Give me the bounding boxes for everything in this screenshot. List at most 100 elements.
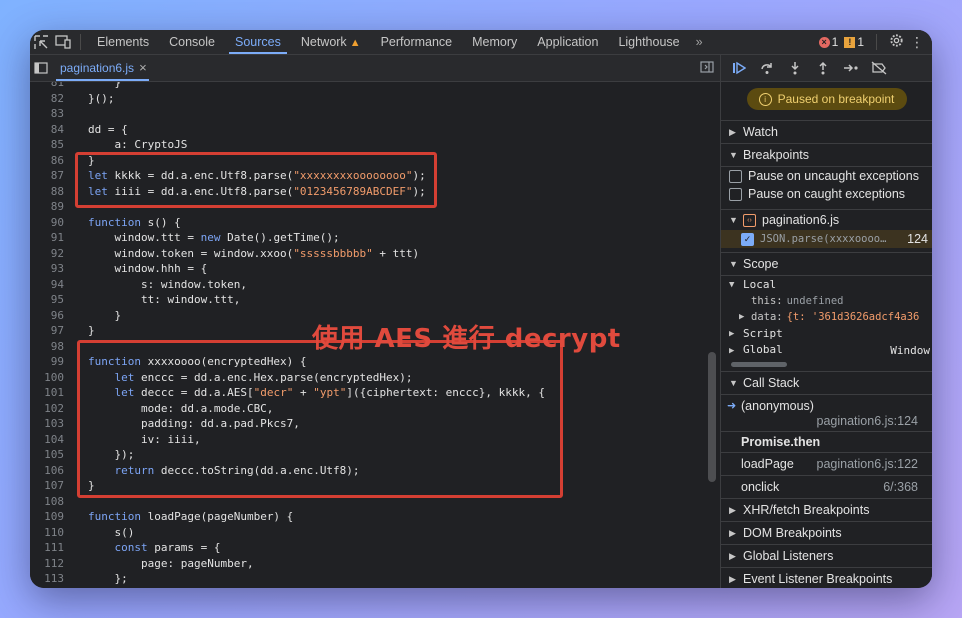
tab-lighthouse[interactable]: Lighthouse [608,30,689,54]
code-line: } [88,308,122,322]
paused-label: Paused on breakpoint [777,92,895,106]
global-listeners-section[interactable]: ▶ Global Listeners [721,544,932,567]
file-tab-label: pagination6.js [60,61,135,75]
scope-script-row[interactable]: ▶ Script [721,325,932,342]
watch-label: Watch [743,125,778,139]
global-listeners-label: Global Listeners [743,549,834,563]
scope-global-value: Window [890,343,930,357]
code-line: window.token = window.xxoo("sssssbbbbb" … [88,246,420,260]
expand-arrow-icon: ▶ [729,505,736,515]
tab-console[interactable]: Console [159,30,225,54]
line-number: 90 [50,215,64,229]
collapse-arrow-icon: ▼ [729,215,738,225]
tab-application[interactable]: Application [527,30,608,54]
collapse-arrow-icon: ▼ [729,279,735,290]
resume-icon[interactable] [727,56,751,80]
gear-icon[interactable] [889,33,904,51]
warning-count: 1 [857,35,864,49]
scope-data-row[interactable]: ▶ data: {t: '361d3626adcf4a36 [721,309,932,325]
error-counter[interactable]: × 1 [818,35,839,49]
close-icon[interactable]: × [139,55,147,81]
code-line: function s() { [88,215,181,229]
tab-memory[interactable]: Memory [462,30,527,54]
tab-network-label: Network [300,35,347,49]
more-tabs-button[interactable]: » [690,35,709,49]
file-js-icon: ‹› [743,213,756,227]
scope-data-key: data: [751,311,783,323]
error-count: 1 [831,35,839,49]
tab-performance[interactable]: Performance [371,30,463,54]
warning-counter[interactable]: ! 1 [844,35,864,49]
line-number: 83 [50,107,64,120]
toggle-debugger-icon[interactable] [700,60,720,76]
editor-scrollbar[interactable] [708,352,716,482]
scope-scrollbar[interactable] [731,362,787,367]
step-out-icon[interactable] [811,56,835,80]
collapse-arrow-icon: ▼ [729,259,738,269]
step-into-icon[interactable] [783,56,807,80]
code-line: s() [88,525,135,539]
code-line: } [88,82,122,89]
scope-global-row[interactable]: ▶ Global Window [721,342,932,359]
scope-local-row[interactable]: ▼ Local [721,275,932,293]
breakpoint-file-row[interactable]: ▼ ‹› pagination6.js [721,209,932,230]
breakpoint-entry[interactable]: ✓ JSON.parse(xxxxoooo… 124 [721,230,932,248]
pause-caught-checkbox[interactable] [729,187,742,201]
call-frame-location: 6/:368 [883,480,918,494]
dom-breakpoints-section[interactable]: ▶ DOM Breakpoints [721,521,932,544]
device-toolbar-icon[interactable] [52,30,74,54]
code-editor[interactable]: 81 } 82}(); 83 84 dd = { 85 a: CryptoJS 8… [30,82,720,588]
call-stack-list: ➜ (anonymous) pagination6.js:124 Promise… [721,394,932,498]
dom-label: DOM Breakpoints [743,526,842,540]
call-frame-name: loadPage [741,457,794,471]
call-frame[interactable]: onclick 6/:368 [721,475,932,498]
breakpoint-file-label: pagination6.js [762,213,840,227]
line-number: 110 [44,525,64,539]
step-over-icon[interactable] [755,56,779,80]
warning-icon: ▲ [349,37,361,49]
highlight-box-keys [75,152,437,208]
breakpoints-label: Breakpoints [743,148,810,162]
expand-arrow-icon: ▶ [729,574,736,584]
line-number: 95 [50,293,64,306]
toggle-navigator-icon[interactable] [30,56,52,80]
code-line: const params = { [114,541,221,554]
pause-uncaught-checkbox[interactable] [729,169,742,183]
expand-arrow-icon: ▶ [729,328,735,339]
call-frame-location: pagination6.js:122 [816,457,918,471]
step-icon[interactable] [839,56,863,80]
scope-section[interactable]: ▼ Scope [721,252,932,275]
deactivate-breakpoints-icon[interactable] [867,56,891,80]
file-tab[interactable]: pagination6.js × [52,55,153,81]
line-number: 81 [50,82,64,89]
watch-section[interactable]: ▶ Watch [721,120,932,143]
inspect-element-icon[interactable] [30,30,52,54]
error-icon: × [818,36,830,48]
call-frame-active[interactable]: ➜ (anonymous) pagination6.js:124 [721,397,932,431]
breakpoint-code: JSON.parse(xxxxoooo… [760,233,887,245]
code-line: window.hhh = { [88,262,208,275]
toolbar-divider [80,34,81,50]
breakpoints-section[interactable]: ▼ Breakpoints [721,143,932,166]
breakpoint-checkbox[interactable]: ✓ [741,232,754,246]
xhr-breakpoints-section[interactable]: ▶ XHR/fetch Breakpoints [721,498,932,521]
pause-caught-row[interactable]: Pause on caught exceptions [721,185,932,203]
line-number: 111 [44,541,64,554]
tab-network[interactable]: Network ▲ [291,30,371,54]
tab-elements[interactable]: Elements [87,30,159,54]
pause-caught-label: Pause on caught exceptions [748,187,906,201]
kebab-menu-icon[interactable]: ⋮ [910,34,924,51]
annotation-text: 使用 AES 進行 decrypt [312,324,621,354]
call-frame-name: onclick [741,480,780,494]
collapse-arrow-icon: ▼ [729,378,738,388]
event-listener-breakpoints-section[interactable]: ▶ Event Listener Breakpoints [721,567,932,588]
code-line: }; [88,572,128,585]
toolbar-divider [876,34,877,50]
call-frame-name: (anonymous) [741,399,814,413]
call-frame[interactable]: loadPage pagination6.js:122 [721,452,932,475]
scope-global-label: Global [743,343,783,356]
call-stack-section[interactable]: ▼ Call Stack [721,371,932,394]
pause-uncaught-row[interactable]: Pause on uncaught exceptions [721,166,932,185]
tab-sources[interactable]: Sources [225,30,291,54]
expand-arrow-icon: ▶ [739,312,745,322]
